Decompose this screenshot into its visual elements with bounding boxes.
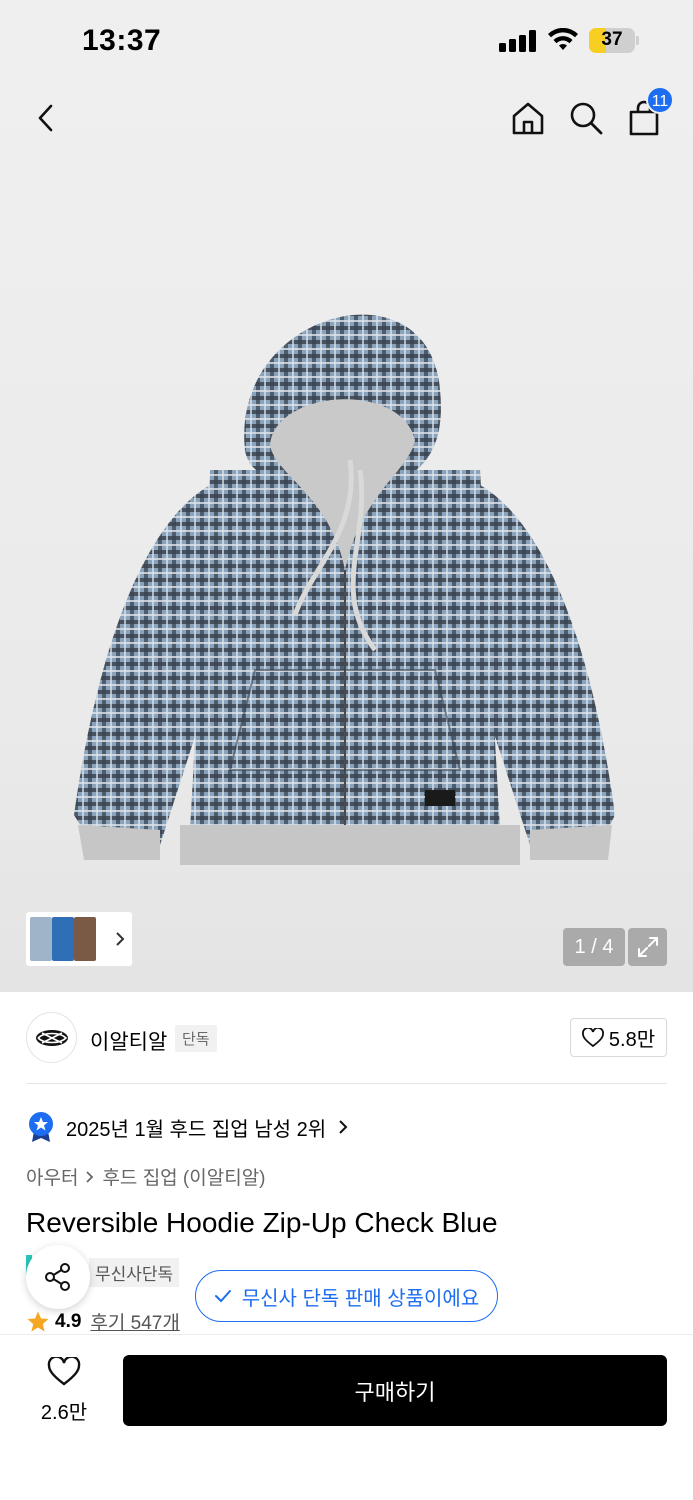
heart-icon	[581, 1027, 604, 1047]
status-bar: 13:37 37	[0, 0, 693, 80]
search-button[interactable]	[564, 96, 608, 140]
ranking-text: 2025년 1월 후드 집업 남성 2위	[66, 1118, 327, 1141]
home-button[interactable]	[506, 96, 550, 140]
exclusive-tag: 단독	[175, 1025, 217, 1052]
wishlist-count: 2.6만	[40, 1402, 88, 1424]
thumbnail-brown[interactable]	[74, 917, 96, 961]
thumbnail-blue[interactable]	[52, 917, 74, 961]
cart-count-badge: 11	[646, 86, 674, 114]
chevron-left-icon	[38, 104, 53, 132]
status-time: 13:37	[82, 24, 162, 57]
brand-like-count: 5.8만	[608, 1029, 656, 1051]
ranking-badge-icon	[29, 1112, 53, 1142]
product-title: Reversible Hoodie Zip-Up Check Blue	[26, 1207, 498, 1238]
product-image-gallery[interactable]: 11 1 / 4	[0, 80, 693, 992]
brand-logo-mark	[35, 1029, 68, 1046]
expand-image-button[interactable]	[628, 928, 667, 966]
review-count-link[interactable]: 후기 547개	[90, 1308, 179, 1335]
brand-logo[interactable]	[26, 1012, 77, 1063]
chevron-right-icon	[339, 1120, 348, 1134]
ranking-link[interactable]: 2025년 1월 후드 집업 남성 2위	[26, 1111, 350, 1143]
breadcrumb-subcategory[interactable]: 후드 집업 (이알티알)	[102, 1163, 265, 1190]
brand-like-button[interactable]: 5.8만	[570, 1018, 667, 1057]
share-button[interactable]	[26, 1245, 90, 1309]
breadcrumb: 아우터 후드 집업 (이알티알)	[26, 1163, 266, 1190]
battery-level: 37	[601, 29, 623, 50]
rating-row: 4.9 후기 547개	[26, 1308, 180, 1335]
chevron-right-icon	[86, 1170, 94, 1183]
cart-button[interactable]: 11	[622, 86, 674, 140]
bottom-action-bar: 2.6만 구매하기	[0, 1334, 693, 1500]
exclusive-notice-pill[interactable]: 무신사 단독 판매 상품이에요	[195, 1270, 498, 1322]
brand-row: 이알티알 단독 5.8만	[0, 1000, 693, 1084]
check-icon	[214, 1290, 231, 1303]
divider	[26, 1083, 667, 1084]
wifi-icon	[548, 28, 578, 50]
back-button[interactable]	[24, 96, 68, 140]
brand-name[interactable]: 이알티알	[90, 1026, 167, 1056]
cellular-signal-icon	[499, 30, 537, 52]
star-icon	[27, 1311, 49, 1331]
image-page-counter: 1 / 4	[563, 928, 625, 966]
home-icon	[512, 102, 544, 135]
heart-icon	[47, 1355, 81, 1386]
share-icon	[45, 1263, 70, 1291]
rating-score: 4.9	[55, 1310, 82, 1332]
product-photo	[74, 314, 615, 865]
color-thumbnails[interactable]	[26, 912, 132, 966]
exclusive-notice-text: 무신사 단독 판매 상품이에요	[241, 1287, 480, 1310]
search-icon	[570, 102, 603, 135]
battery-indicator: 37	[589, 28, 639, 53]
chevron-right-icon	[116, 932, 125, 946]
expand-icon	[637, 937, 658, 957]
thumbnail-light-blue[interactable]	[30, 917, 52, 961]
musinsa-exclusive-tag: 무신사단독	[89, 1258, 180, 1287]
buy-button[interactable]: 구매하기	[123, 1355, 667, 1426]
wishlist-button[interactable]: 2.6만	[28, 1355, 100, 1425]
breadcrumb-category[interactable]: 아우터	[26, 1163, 78, 1190]
